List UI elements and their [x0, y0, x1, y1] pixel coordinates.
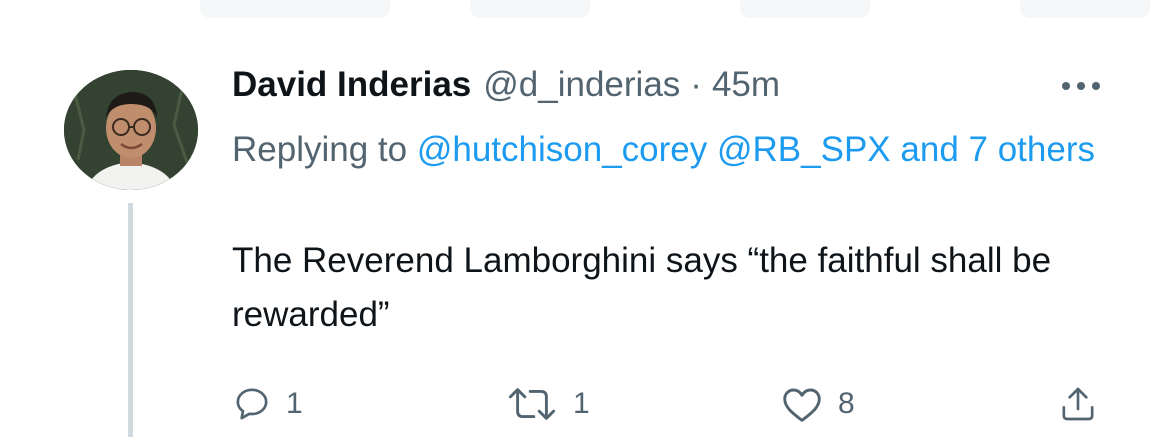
tweet-text: The Reverend Lamborghini says “the faith…	[232, 241, 1052, 334]
reply-count: 1	[286, 387, 303, 420]
previous-row-remnant	[470, 0, 590, 18]
heart-icon	[783, 388, 821, 422]
thread-line	[128, 203, 133, 437]
tweet-header: David Inderias @d_inderias · 45m	[232, 60, 780, 110]
previous-row-remnant	[740, 0, 870, 18]
more-dot	[1062, 82, 1070, 90]
avatar-photo-icon	[64, 70, 198, 190]
replying-to-line: Replying to @hutchison_corey @RB_SPX and…	[232, 122, 1112, 178]
like-button[interactable]: 8	[780, 382, 855, 426]
and-others-link[interactable]: and 7 others	[900, 130, 1095, 169]
retweet-icon	[508, 388, 556, 420]
previous-row-remnant	[1020, 0, 1150, 18]
replying-to-prefix: Replying to	[232, 130, 408, 169]
share-button[interactable]	[1058, 382, 1098, 426]
previous-row-remnant	[200, 0, 390, 18]
mention-link[interactable]: @hutchison_corey	[417, 130, 707, 169]
retweet-count: 1	[573, 387, 590, 420]
author-handle[interactable]: @d_inderias	[483, 65, 680, 105]
retweet-button[interactable]: 1	[505, 382, 590, 426]
more-dot	[1092, 82, 1100, 90]
more-dot	[1077, 82, 1085, 90]
more-options-icon[interactable]	[1056, 76, 1106, 96]
author-display-name[interactable]: David Inderias	[232, 65, 471, 105]
avatar[interactable]	[64, 70, 198, 190]
reply-button[interactable]: 1	[232, 382, 303, 426]
share-icon	[1062, 387, 1094, 421]
like-count: 8	[838, 387, 855, 420]
header-separator: ·	[690, 65, 702, 104]
tweet-timestamp[interactable]: 45m	[712, 65, 780, 105]
mention-link[interactable]: @RB_SPX	[717, 130, 891, 169]
reply-icon	[236, 388, 268, 420]
